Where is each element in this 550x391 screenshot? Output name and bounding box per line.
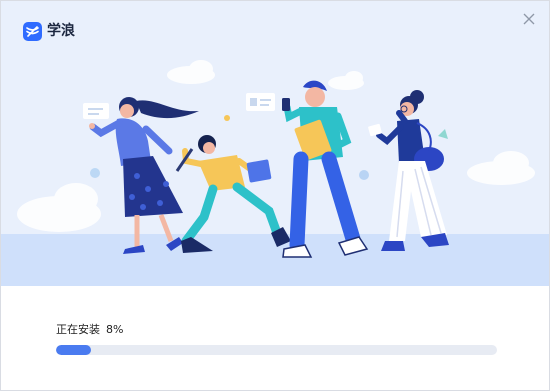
installer-window: 学浪 正在安装 8% <box>0 0 550 391</box>
install-status-label: 正在安装 <box>56 323 100 336</box>
install-status: 正在安装 8% <box>56 321 123 337</box>
hero-banner: 学浪 <box>1 1 549 286</box>
woman-with-scarf-figure <box>89 97 199 254</box>
dot-decoration <box>224 115 230 121</box>
dot-decoration <box>359 170 369 180</box>
boy-running-figure <box>175 135 291 253</box>
cloud-decoration <box>17 60 535 232</box>
install-percent: 8% <box>106 323 124 336</box>
install-progress-bar <box>56 345 497 355</box>
speech-bubble-icon <box>83 103 109 119</box>
app-name: 学浪 <box>47 23 75 39</box>
people-walking-illustration <box>17 60 535 258</box>
close-icon <box>523 13 535 25</box>
woman-with-bag-figure <box>368 90 449 251</box>
dot-decoration <box>90 168 100 178</box>
close-button[interactable] <box>520 10 538 28</box>
install-panel: 正在安装 8% <box>1 286 549 390</box>
xuelang-logo-icon <box>23 22 42 41</box>
install-progress-fill <box>56 345 92 355</box>
app-brand: 学浪 <box>23 22 75 41</box>
triangle-decoration <box>438 129 448 139</box>
man-with-phone-figure <box>282 80 369 258</box>
